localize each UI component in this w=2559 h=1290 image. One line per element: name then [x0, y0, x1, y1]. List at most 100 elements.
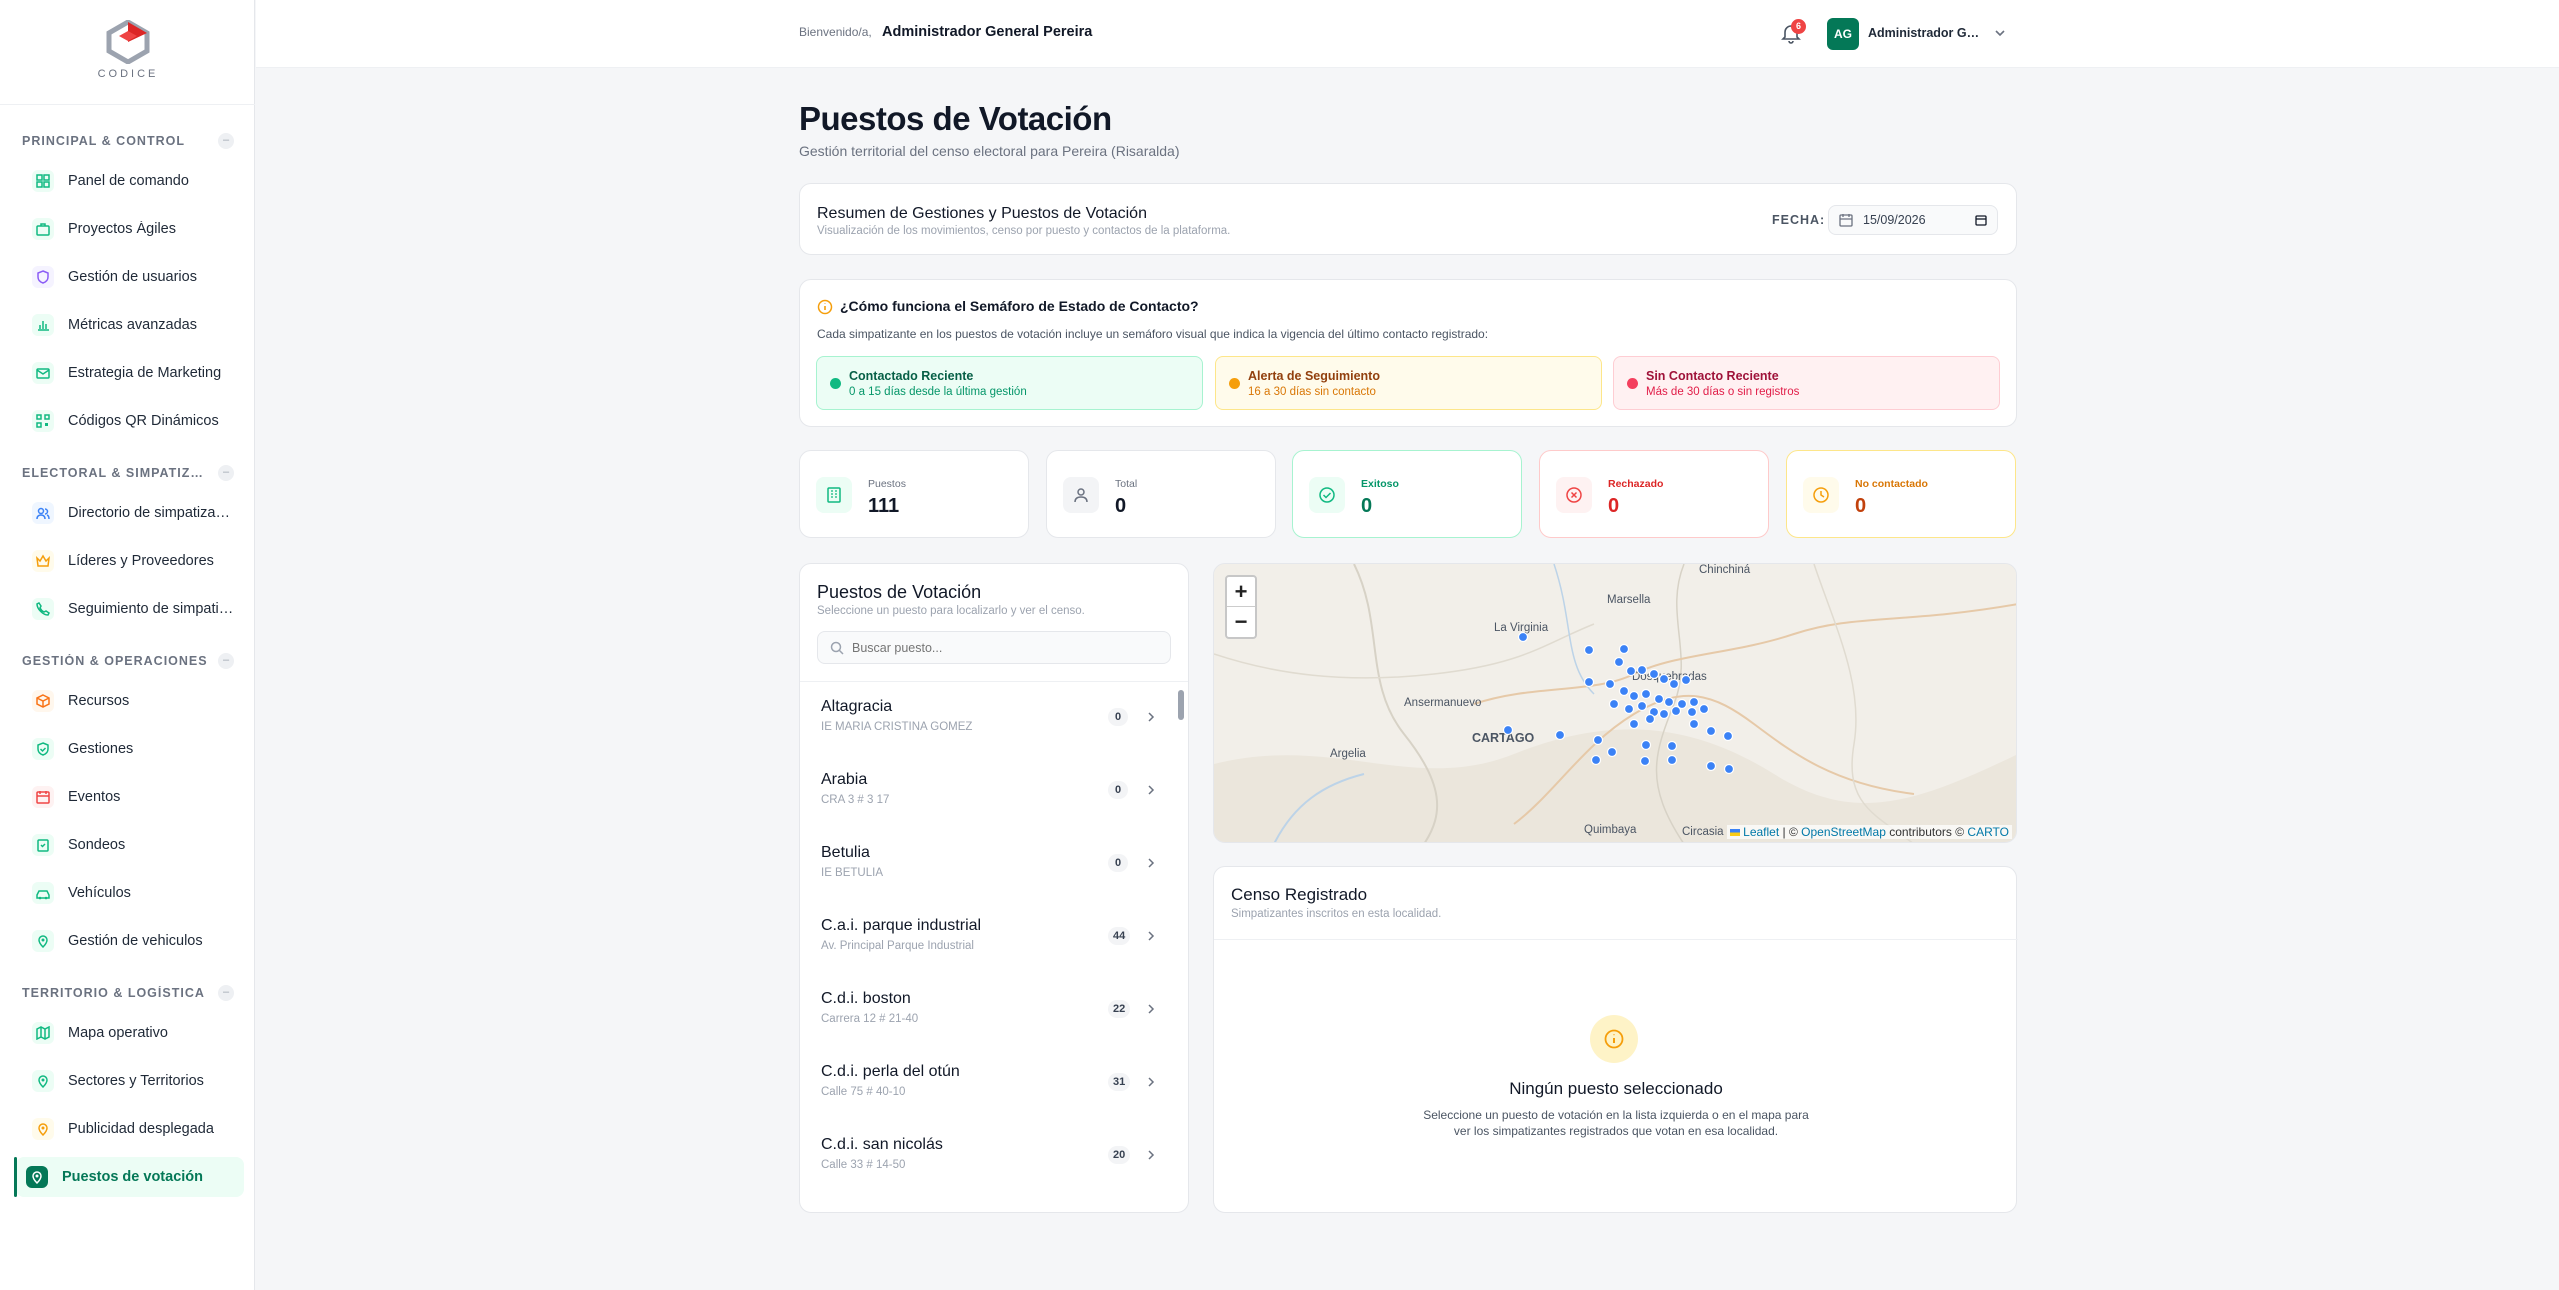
user-menu-name[interactable]: Administrador General Pereira — [1868, 26, 1983, 40]
sidebar-item-directorio-simpatizantes[interactable]: Directorio de simpatizantes — [22, 493, 242, 533]
map-marker[interactable] — [1583, 676, 1595, 688]
map-marker[interactable] — [1658, 673, 1670, 685]
collapse-section-button[interactable]: – — [218, 653, 234, 669]
sidebar-item-label: Códigos QR Dinámicos — [68, 413, 219, 429]
sidebar-item-eventos[interactable]: Eventos — [22, 777, 242, 817]
brand-logo[interactable]: CODICE — [92, 20, 164, 82]
map-marker[interactable] — [1613, 656, 1625, 668]
map-marker[interactable] — [1623, 703, 1635, 715]
calendar-picker-icon[interactable] — [1975, 214, 1987, 226]
search-input[interactable] — [852, 632, 1162, 663]
sidebar-item-vehiculos[interactable]: Vehículos — [22, 873, 242, 913]
collapse-section-button[interactable]: – — [218, 985, 234, 1001]
map-marker[interactable] — [1628, 690, 1640, 702]
map-marker[interactable] — [1625, 665, 1637, 677]
sidebar-item-sectores-territorios[interactable]: Sectores y Territorios — [22, 1061, 242, 1101]
map-marker[interactable] — [1502, 724, 1514, 736]
map-marker[interactable] — [1604, 678, 1616, 690]
map-marker[interactable] — [1658, 708, 1670, 720]
sidebar-item-label: Eventos — [68, 789, 121, 805]
map-marker[interactable] — [1688, 718, 1700, 730]
sidebar-item-gestion-vehiculos[interactable]: Gestión de vehiculos — [22, 921, 242, 961]
date-picker[interactable]: 15/09/2026 — [1828, 205, 1998, 235]
search-box — [817, 631, 1171, 664]
puesto-count-badge: 22 — [1108, 1000, 1131, 1018]
map-marker[interactable] — [1590, 754, 1602, 766]
list-item[interactable]: Altagracia IE MARIA CRISTINA GOMEZ 0 — [800, 682, 1175, 755]
map-marker[interactable] — [1636, 664, 1648, 676]
sidebar-item-panel-de-comando[interactable]: Panel de comando — [22, 161, 242, 201]
sidebar-item-sondeos[interactable]: Sondeos — [22, 825, 242, 865]
map-marker[interactable] — [1640, 688, 1652, 700]
map-marker[interactable] — [1666, 754, 1678, 766]
osm-link[interactable]: OpenStreetMap — [1801, 825, 1886, 839]
map-marker[interactable] — [1670, 705, 1682, 717]
sidebar-item-publicidad-desplegada[interactable]: Publicidad desplegada — [22, 1109, 242, 1149]
puestos-list[interactable]: Altagracia IE MARIA CRISTINA GOMEZ 0 Ara… — [800, 682, 1175, 1212]
map-marker[interactable] — [1648, 668, 1660, 680]
list-item[interactable]: C.a.i. parque industrial Av. Principal P… — [800, 901, 1175, 974]
map-marker[interactable] — [1639, 755, 1651, 767]
map-marker[interactable] — [1723, 763, 1735, 775]
map-marker[interactable] — [1680, 674, 1692, 686]
sidebar-item-mapa-operativo[interactable]: Mapa operativo — [22, 1013, 242, 1053]
map-marker[interactable] — [1688, 696, 1700, 708]
map-marker[interactable] — [1722, 730, 1734, 742]
collapse-section-button[interactable]: – — [218, 465, 234, 481]
leaflet-link[interactable]: Leaflet — [1743, 825, 1779, 839]
list-item[interactable]: C.d.i. san nicolás Calle 33 # 14-50 20 — [800, 1120, 1175, 1193]
list-scrollbar[interactable] — [1177, 686, 1185, 1210]
sidebar-item-recursos[interactable]: Recursos — [22, 681, 242, 721]
chevron-down-icon[interactable] — [1993, 26, 2007, 40]
scrollbar-thumb[interactable] — [1178, 690, 1184, 720]
sidebar-item-gestion-usuarios[interactable]: Gestión de usuarios — [22, 257, 242, 297]
stat-label: Total — [1115, 478, 1138, 490]
map-marker[interactable] — [1592, 734, 1604, 746]
sidebar-item-proyectos-agiles[interactable]: Proyectos Ágiles — [22, 209, 242, 249]
sidebar-item-label: Estrategia de Marketing — [68, 365, 222, 381]
map-marker[interactable] — [1628, 718, 1640, 730]
puesto-address: IE BETULIA — [821, 867, 883, 879]
map-marker[interactable] — [1554, 729, 1566, 741]
map-marker[interactable] — [1663, 696, 1675, 708]
list-item[interactable]: Betulia IE BETULIA 0 — [800, 828, 1175, 901]
stat-label: Puestos — [868, 478, 906, 490]
sidebar-item-label: Vehículos — [68, 885, 131, 901]
map-marker[interactable] — [1640, 739, 1652, 751]
sidebar-item-puestos-votacion[interactable]: Puestos de votación — [14, 1157, 244, 1197]
map-marker[interactable] — [1705, 725, 1717, 737]
map-marker[interactable] — [1636, 700, 1648, 712]
collapse-section-button[interactable]: – — [218, 133, 234, 149]
map-marker[interactable] — [1644, 713, 1656, 725]
map-markers — [1502, 631, 1735, 775]
map-marker[interactable] — [1686, 706, 1698, 718]
stat-value: 0 — [1361, 495, 1373, 517]
map-marker[interactable] — [1583, 644, 1595, 656]
sidebar-item-seguimiento-simpatizantes[interactable]: Seguimiento de simpatizantes — [22, 589, 242, 629]
list-item[interactable]: Arabia CRA 3 # 3 17 0 — [800, 755, 1175, 828]
list-item[interactable]: C.d.i. boston Carrera 12 # 21-40 22 — [800, 974, 1175, 1047]
map-marker[interactable] — [1666, 740, 1678, 752]
zoom-in-button[interactable]: + — [1227, 577, 1255, 607]
map-marker[interactable] — [1608, 698, 1620, 710]
sidebar-item-metricas-avanzadas[interactable]: Métricas avanzadas — [22, 305, 242, 345]
sidebar-item-lideres-proveedores[interactable]: Líderes y Proveedores — [22, 541, 242, 581]
chevron-right-icon — [1148, 785, 1155, 795]
map-marker[interactable] — [1668, 678, 1680, 690]
map-marker[interactable] — [1618, 685, 1630, 697]
map-marker[interactable] — [1705, 760, 1717, 772]
sidebar-item-gestiones[interactable]: Gestiones — [22, 729, 242, 769]
map-marker[interactable] — [1618, 643, 1630, 655]
carto-link[interactable]: CARTO — [1967, 825, 2009, 839]
map-marker[interactable] — [1653, 693, 1665, 705]
avatar[interactable]: AG — [1827, 18, 1859, 50]
map-marker[interactable] — [1517, 631, 1529, 643]
zoom-out-button[interactable]: − — [1227, 607, 1255, 637]
date-value: 15/09/2026 — [1863, 213, 1926, 227]
sidebar-item-codigos-qr[interactable]: Códigos QR Dinámicos — [22, 401, 242, 441]
map-marker[interactable] — [1698, 703, 1710, 715]
list-item[interactable]: C.d.i. perla del otún Calle 75 # 40-10 3… — [800, 1047, 1175, 1120]
map-marker[interactable] — [1606, 746, 1618, 758]
sidebar-item-estrategia-marketing[interactable]: Estrategia de Marketing — [22, 353, 242, 393]
map-view[interactable]: Chinchiná Marsella La Virginia Dosquebra… — [1213, 563, 2017, 843]
